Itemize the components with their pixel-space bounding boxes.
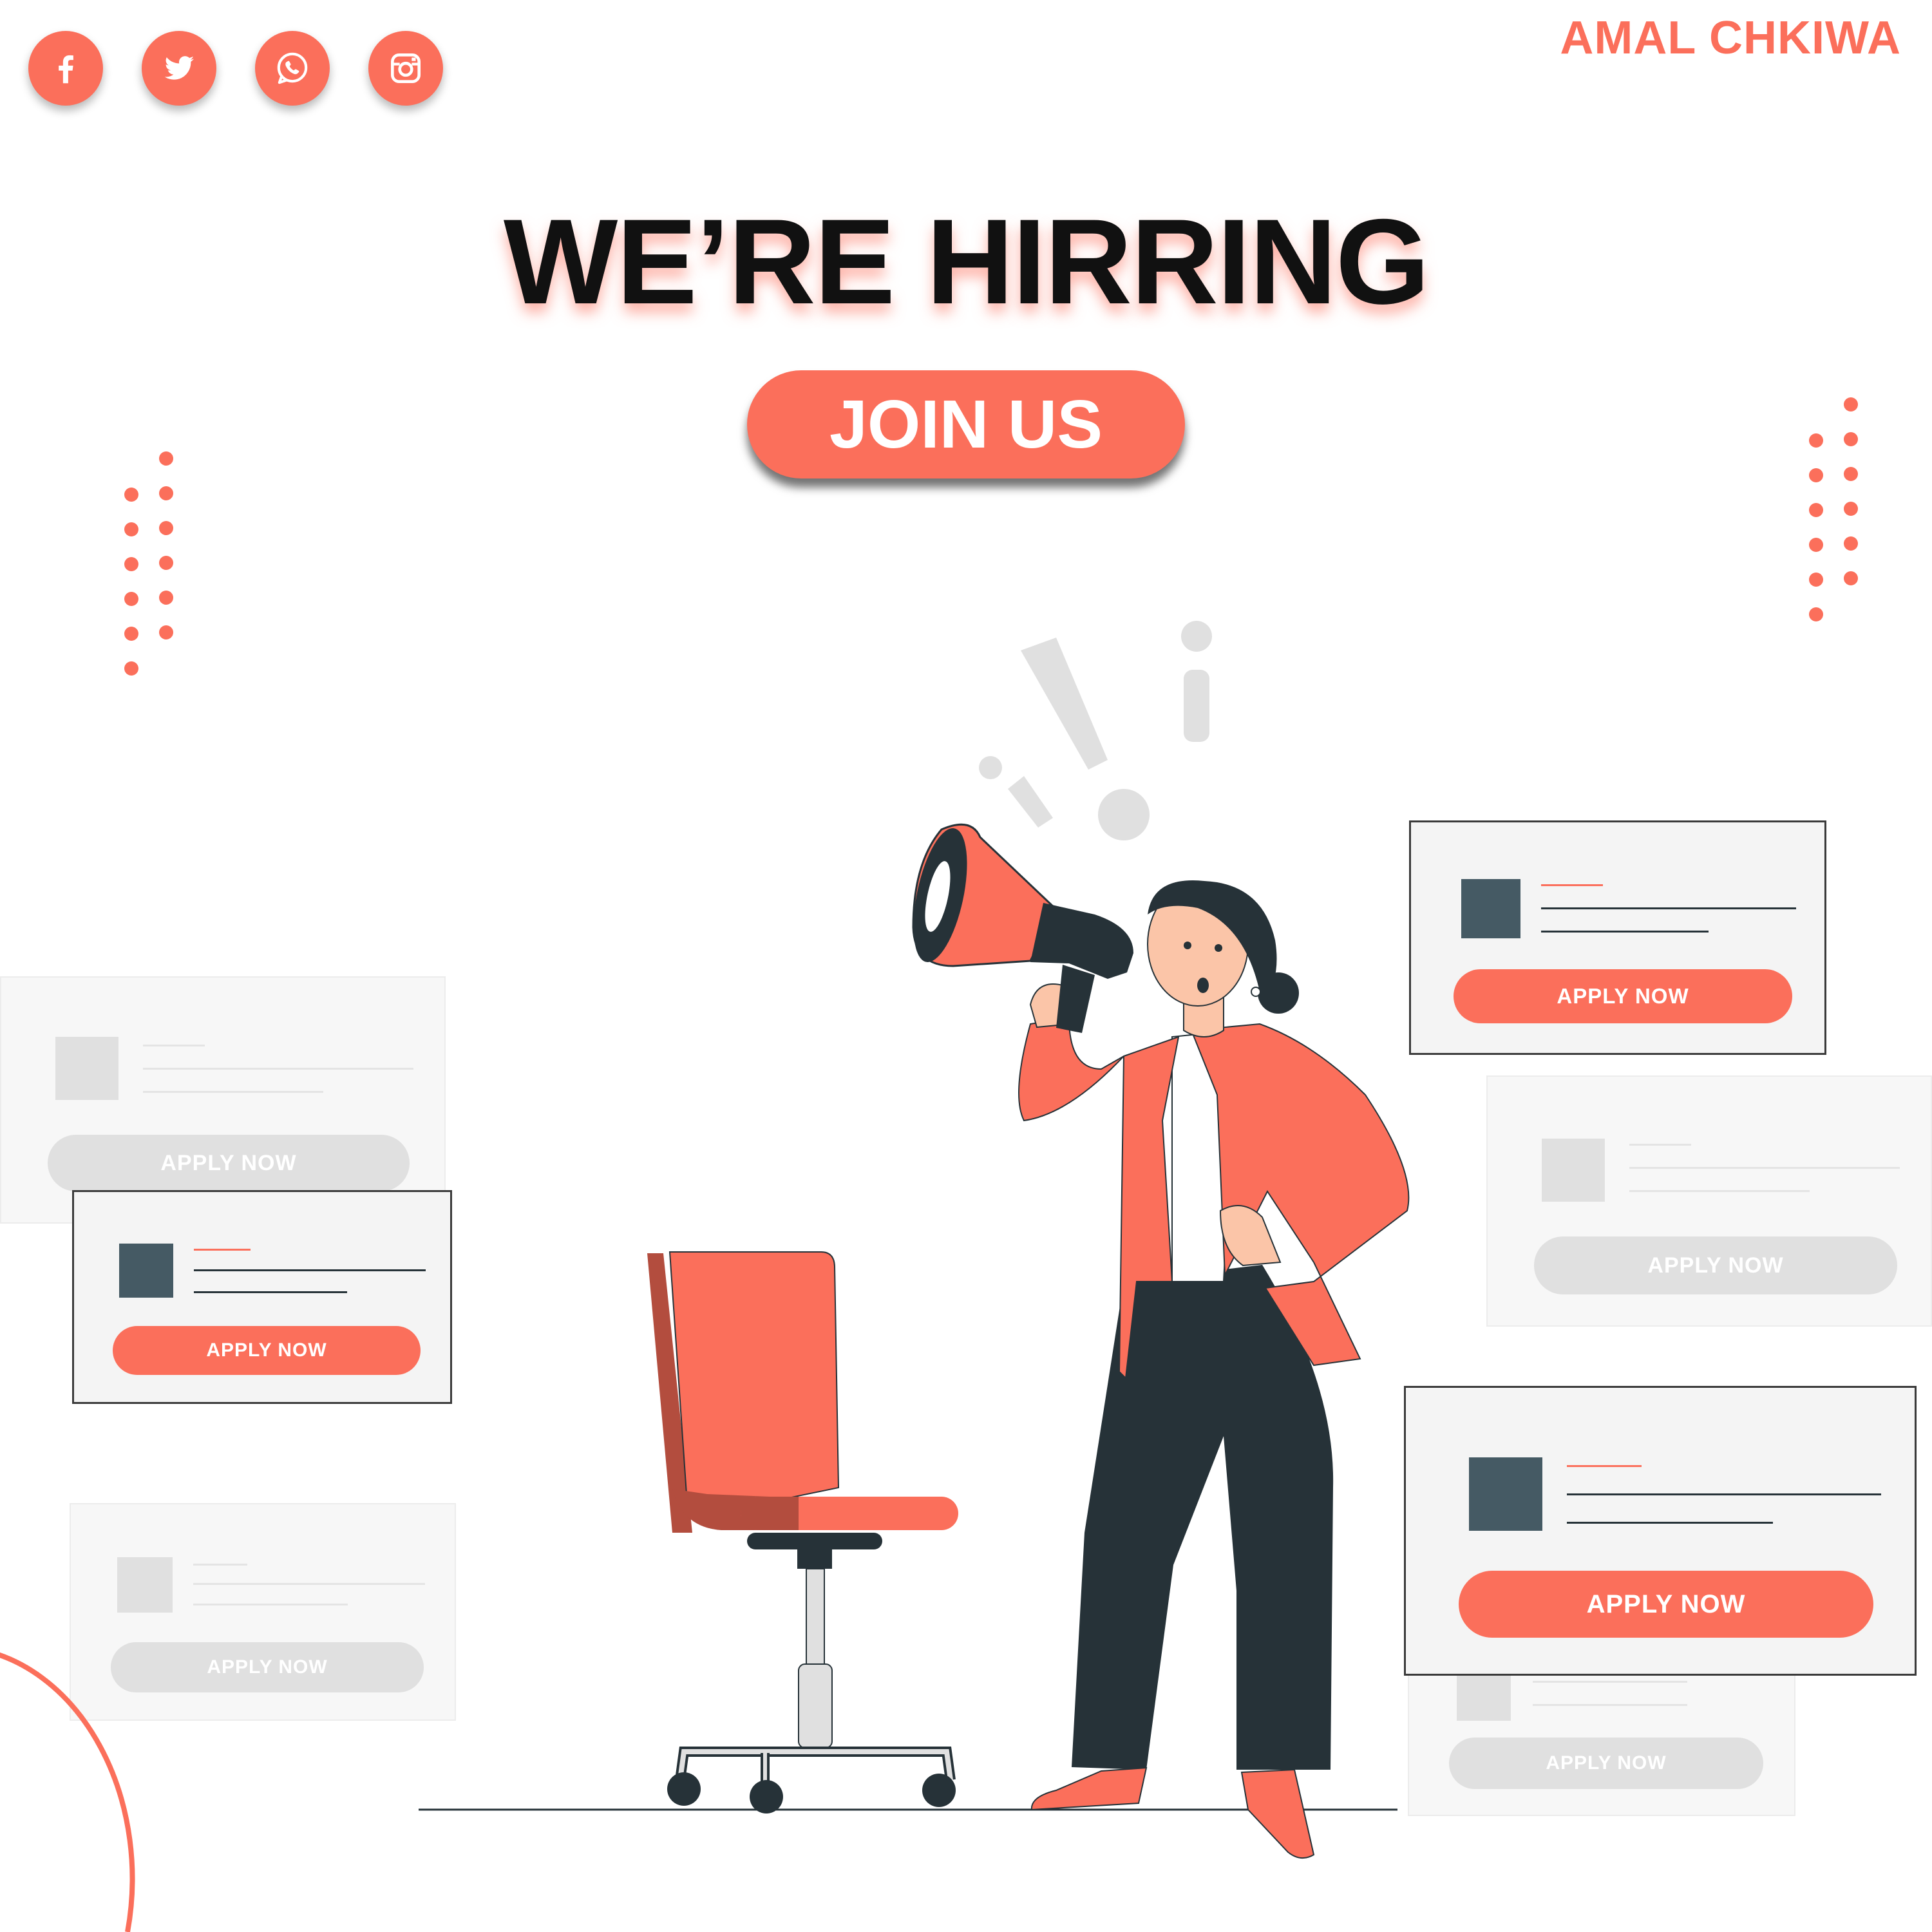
megaphone-icon <box>912 823 1133 1033</box>
exclamation-icon <box>979 621 1212 840</box>
hiring-illustration <box>0 621 1410 1932</box>
office-chair <box>647 1251 958 1814</box>
decorative-arc <box>0 1653 135 1932</box>
hiring-poster: AMAL CHKIWA WE’RE HIRRING JOIN US APPLY … <box>0 0 1932 1932</box>
